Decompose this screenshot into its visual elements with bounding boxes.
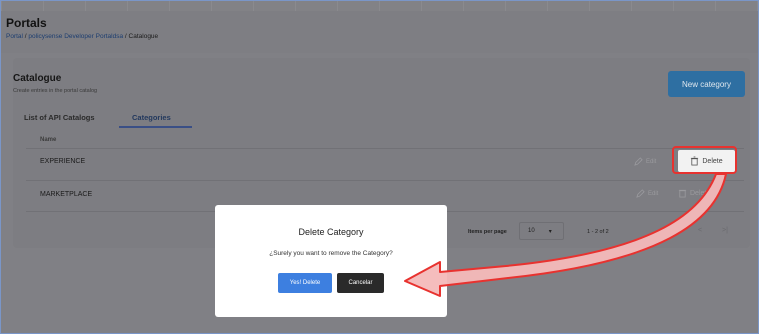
tab-categories[interactable]: Categories: [132, 113, 171, 122]
breadcrumb-sep: /: [124, 33, 127, 40]
dialog-title: Delete Category: [298, 227, 364, 237]
page-header: [1, 11, 758, 53]
breadcrumb-sep: /: [24, 33, 27, 40]
dialog-message: ¿Surely you want to remove the Category?: [269, 250, 393, 257]
new-category-button[interactable]: New category: [668, 71, 745, 97]
tab-api-catalogs[interactable]: List of API Catalogs: [24, 113, 95, 122]
prev-page-button[interactable]: <: [698, 227, 702, 234]
delete-dialog: Delete Category ¿Surely you want to remo…: [215, 205, 447, 317]
edit-label: Edit: [648, 190, 659, 197]
breadcrumb-portal-name[interactable]: policysense Developer Portaldsa: [28, 33, 123, 40]
delete-label: Delete: [702, 157, 723, 165]
pagination-range: 1 - 2 of 2: [587, 229, 609, 235]
items-per-page-value: 10: [528, 228, 535, 234]
confirm-delete-button[interactable]: Yes! Delete: [278, 273, 332, 293]
browser-strip: [1, 1, 758, 11]
active-tab-indicator: [119, 126, 192, 128]
items-per-page-label: Items per page: [468, 229, 507, 235]
trash-icon: [691, 156, 699, 166]
cancel-button[interactable]: Cancelar: [337, 273, 384, 293]
breadcrumb-current: Catalogue: [128, 33, 159, 40]
items-per-page-select[interactable]: 10 ▾: [519, 222, 564, 240]
catalogue-title: Catalogue: [13, 73, 62, 84]
trash-icon: [678, 189, 687, 198]
row-name: EXPERIENCE: [40, 158, 86, 165]
page-title: Portals: [6, 16, 47, 30]
breadcrumb-portal[interactable]: Portal: [6, 33, 23, 40]
edit-button[interactable]: Edit: [634, 157, 656, 166]
delete-button[interactable]: Delete: [678, 188, 710, 198]
edit-button[interactable]: Edit: [636, 189, 658, 198]
delete-label: Delete: [690, 189, 711, 197]
column-header-name: Name: [40, 137, 57, 143]
breadcrumb: Portal / policysense Developer Portaldsa…: [6, 33, 158, 40]
last-page-button[interactable]: >|: [722, 227, 728, 234]
edit-label: Edit: [646, 158, 657, 165]
pencil-icon: [634, 157, 643, 166]
row-name: MARKETPLACE: [40, 191, 93, 198]
pencil-icon: [636, 189, 645, 198]
catalogue-subtitle: Create entries in the portal catalog: [13, 88, 98, 94]
delete-button[interactable]: Delete: [678, 150, 735, 172]
chevron-down-icon: ▾: [548, 228, 552, 235]
